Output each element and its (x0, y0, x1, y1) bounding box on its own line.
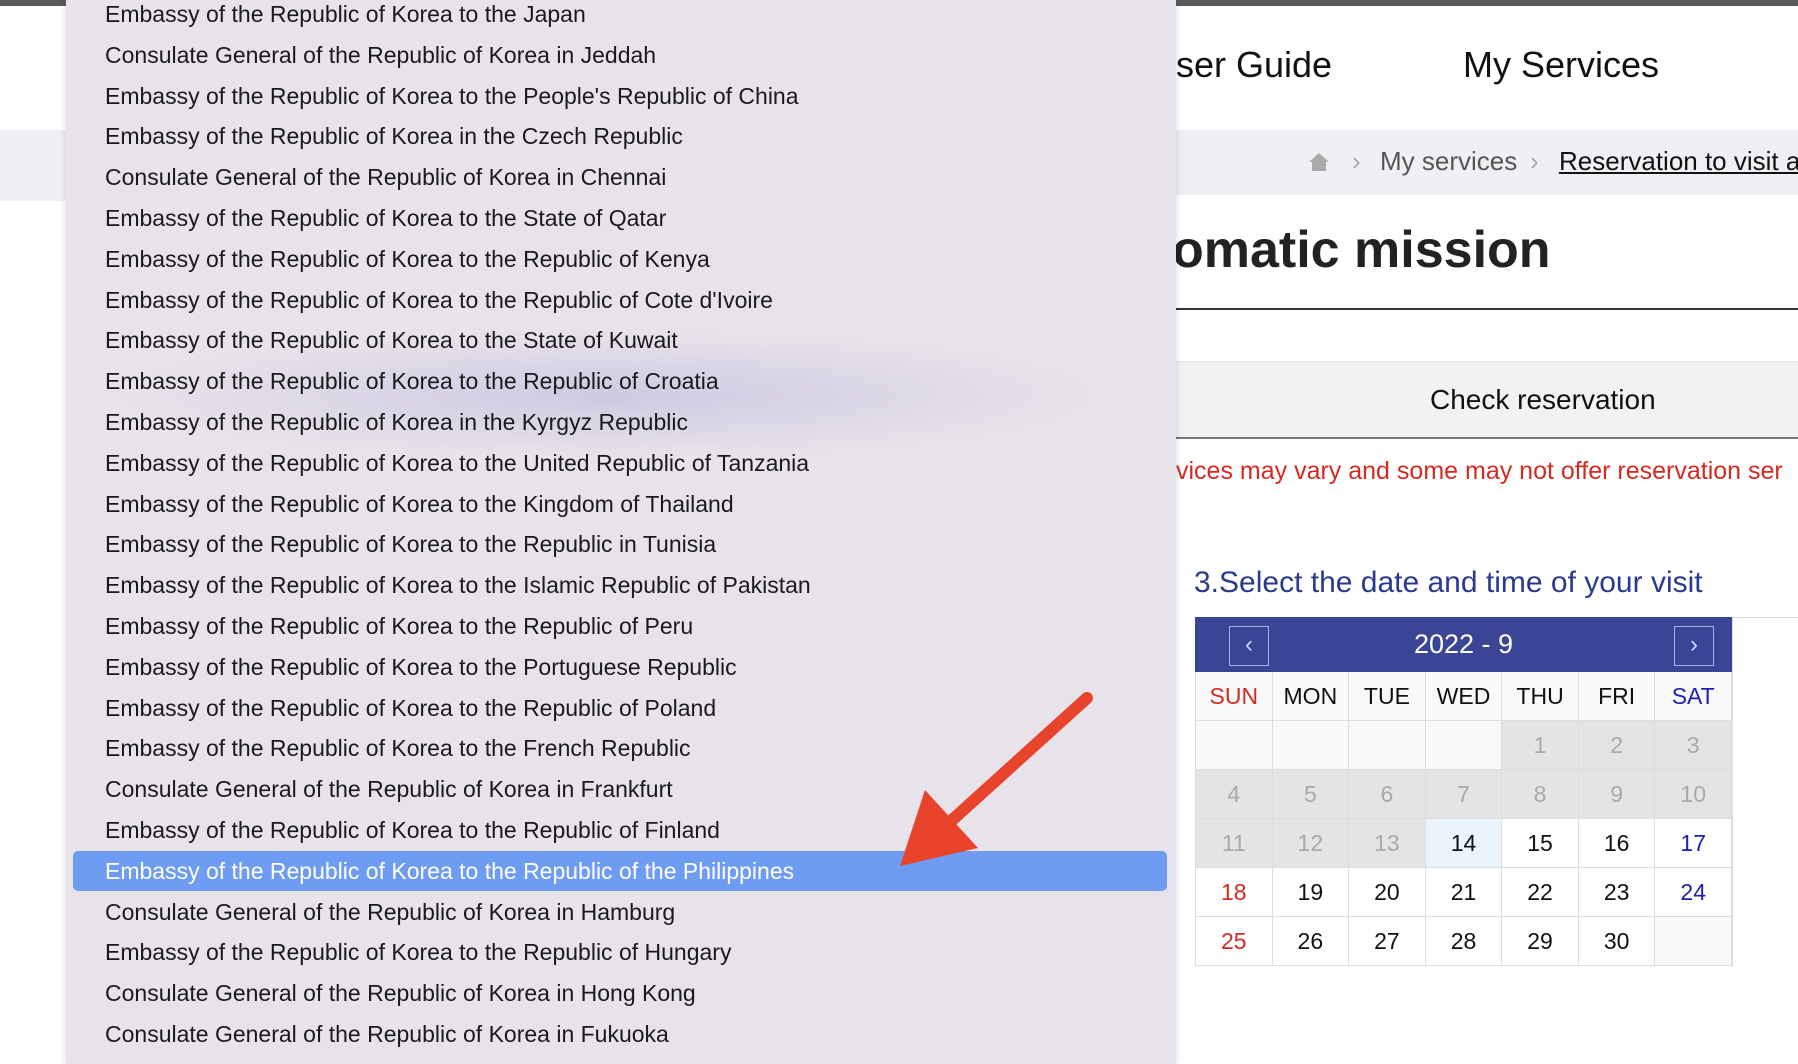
weekday-header: MON (1272, 672, 1350, 721)
nav-my-services[interactable]: My Services (1463, 44, 1659, 86)
breadcrumb-separator: › (1352, 146, 1361, 176)
calendar-day: 3 (1655, 721, 1732, 770)
nav-user-guide[interactable]: ser Guide (1176, 44, 1332, 86)
calendar-empty-cell (1349, 721, 1426, 770)
calendar-day[interactable]: 15 (1502, 819, 1579, 868)
calendar-day[interactable]: 21 (1425, 868, 1503, 917)
calendar-day: 8 (1502, 770, 1579, 819)
calendar-day[interactable]: 23 (1578, 868, 1656, 917)
calendar-day[interactable]: 19 (1272, 868, 1350, 917)
calendar-day[interactable]: 28 (1425, 917, 1503, 966)
dropdown-option[interactable]: Embassy of the Republic of Korea to the … (105, 606, 693, 646)
mission-dropdown-list[interactable]: Embassy of the Republic of Korea to the … (66, 0, 1176, 1064)
calendar-day[interactable]: 24 (1655, 868, 1732, 917)
weekday-header: SAT (1655, 672, 1732, 721)
dropdown-option[interactable]: Consulate General of the Republic of Kor… (105, 1014, 669, 1054)
dropdown-option[interactable]: Embassy of the Republic of Korea to the … (105, 524, 716, 564)
dropdown-option[interactable]: Embassy of the Republic of Korea to the … (105, 320, 678, 360)
calendar-day: 13 (1349, 819, 1426, 868)
dropdown-option[interactable]: Embassy of the Republic of Korea to the … (105, 810, 720, 850)
calendar-day[interactable]: 30 (1578, 917, 1656, 966)
dropdown-option[interactable]: Consulate General of the Republic of Kor… (105, 35, 656, 75)
divider (1176, 308, 1798, 310)
calendar-day: 5 (1272, 770, 1350, 819)
dropdown-option[interactable]: Embassy of the Republic of Korea to the … (105, 239, 710, 279)
calendar-day: 11 (1196, 819, 1273, 868)
warning-text: vices may vary and some may not offer re… (1176, 457, 1783, 485)
calendar-day[interactable]: 20 (1349, 868, 1426, 917)
calendar-day[interactable]: 26 (1272, 917, 1350, 966)
calendar-day: 6 (1349, 770, 1426, 819)
calendar: ‹ 2022 - 9 › SUN MON TUE WED THU FRI SAT 1 2 3 4 5 6… (1195, 617, 1732, 966)
dropdown-option[interactable]: Consulate General of the Republic of Kor… (105, 157, 666, 197)
check-reservation-tab[interactable]: Check reservation (1176, 361, 1798, 439)
calendar-empty-cell (1655, 917, 1732, 966)
calendar-day: 12 (1272, 819, 1350, 868)
dropdown-option[interactable]: Consulate General of the Republic of Kor… (105, 1055, 666, 1064)
weekday-header: TUE (1349, 672, 1426, 721)
calendar-day: 2 (1578, 721, 1656, 770)
dropdown-option[interactable]: Embassy of the Republic of Korea in the … (105, 116, 683, 156)
calendar-day[interactable]: 16 (1578, 819, 1656, 868)
next-month-button[interactable]: › (1674, 626, 1714, 666)
dropdown-option[interactable]: Consulate General of the Republic of Kor… (105, 892, 675, 932)
dropdown-option-selected[interactable]: Embassy of the Republic of Korea to the … (73, 850, 1167, 891)
dropdown-option[interactable]: Embassy of the Republic of Korea to the … (105, 484, 734, 524)
dropdown-option[interactable]: Embassy of the Republic of Korea to the … (105, 647, 737, 687)
breadcrumb-current[interactable]: Reservation to visit a (1559, 146, 1798, 177)
calendar-day: 4 (1196, 770, 1273, 819)
breadcrumb-my-services[interactable]: My services (1380, 146, 1517, 177)
weekday-header: SUN (1196, 672, 1273, 721)
dropdown-option[interactable]: Consulate General of the Republic of Kor… (105, 769, 673, 809)
weekday-header: WED (1425, 672, 1503, 721)
dropdown-option[interactable]: Embassy of the Republic of Korea to the … (105, 688, 716, 728)
dropdown-option[interactable]: Consulate General of the Republic of Kor… (105, 973, 696, 1013)
home-icon[interactable] (1308, 151, 1330, 173)
dropdown-option[interactable]: Embassy of the Republic of Korea to the … (105, 0, 586, 34)
left-page-edge (0, 6, 66, 1064)
calendar-day[interactable]: 17 (1655, 819, 1732, 868)
calendar-day[interactable]: 22 (1502, 868, 1579, 917)
dropdown-option[interactable]: Embassy of the Republic of Korea to the … (105, 443, 809, 483)
weekday-header: THU (1502, 672, 1579, 721)
dropdown-option[interactable]: Embassy of the Republic of Korea to the … (105, 198, 666, 238)
calendar-empty-cell (1425, 721, 1503, 770)
dropdown-option[interactable]: Embassy of the Republic of Korea to the … (105, 280, 773, 320)
calendar-day[interactable]: 18 (1196, 868, 1273, 917)
calendar-month-label: 2022 - 9 (1413, 629, 1514, 659)
calendar-day: 1 (1502, 721, 1579, 770)
dropdown-option[interactable]: Embassy of the Republic of Korea to the … (105, 565, 811, 605)
weekday-header: FRI (1578, 672, 1656, 721)
breadcrumb-separator: › (1530, 146, 1539, 176)
calendar-day: 7 (1425, 770, 1503, 819)
calendar-empty-cell (1272, 721, 1350, 770)
dropdown-option[interactable]: Embassy of the Republic of Korea to the … (105, 76, 799, 116)
check-reservation-label: Check reservation (1430, 384, 1656, 415)
calendar-day[interactable]: 29 (1502, 917, 1579, 966)
calendar-day[interactable]: 14 (1425, 819, 1503, 868)
calendar-empty-cell (1196, 721, 1273, 770)
calendar-day[interactable]: 27 (1349, 917, 1426, 966)
calendar-day: 9 (1578, 770, 1656, 819)
dropdown-option[interactable]: Embassy of the Republic of Korea to the … (105, 932, 731, 972)
time-panel (1732, 617, 1798, 967)
dropdown-option[interactable]: Embassy of the Republic of Korea in the … (105, 402, 688, 442)
page-title: omatic mission (1172, 221, 1551, 279)
dropdown-option[interactable]: Embassy of the Republic of Korea to the … (105, 361, 719, 401)
calendar-day: 10 (1655, 770, 1732, 819)
calendar-day[interactable]: 25 (1196, 917, 1273, 966)
dropdown-option[interactable]: Embassy of the Republic of Korea to the … (105, 728, 691, 768)
step-heading: 3.Select the date and time of your visit (1194, 566, 1703, 599)
